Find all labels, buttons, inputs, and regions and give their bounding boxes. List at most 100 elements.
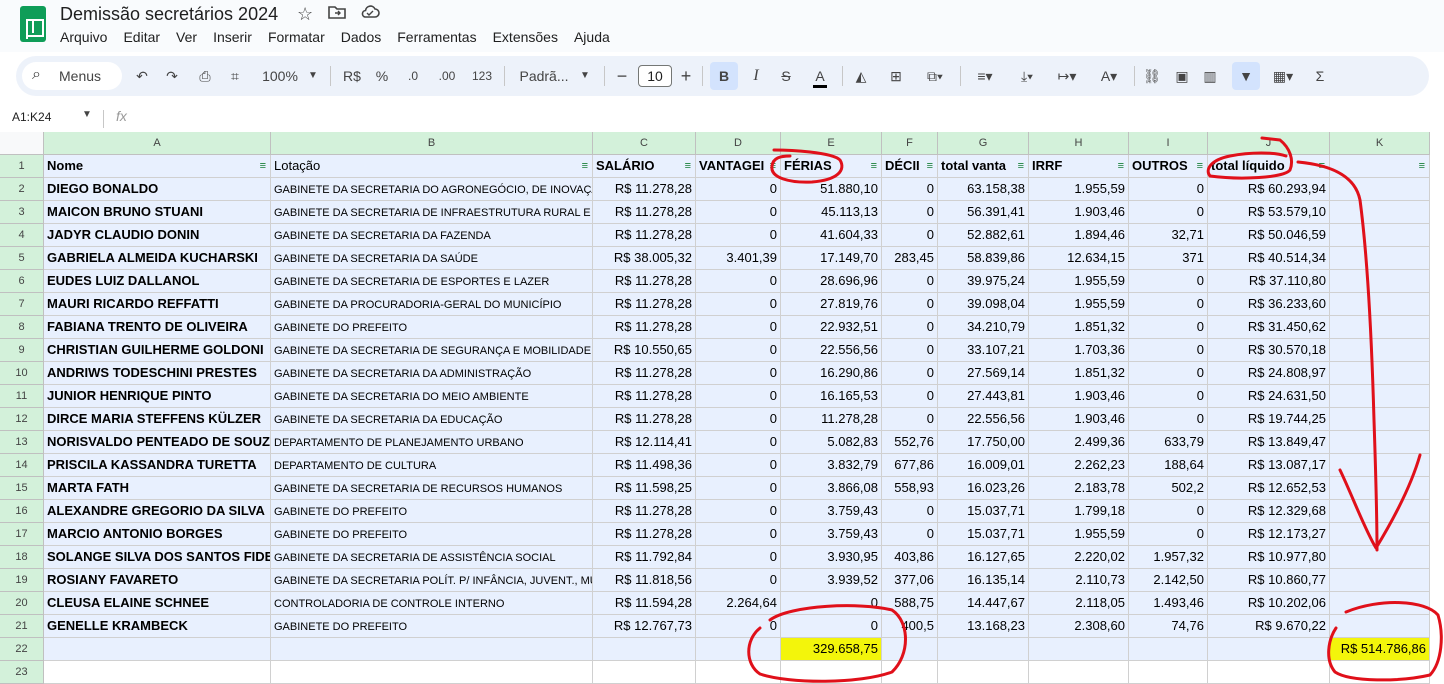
table-cell[interactable]: 1.903,46 [1029,408,1129,431]
borders-icon[interactable]: ⊞ [886,56,906,96]
text-color-button[interactable]: A [808,56,832,96]
table-cell[interactable]: 3.759,43 [781,500,882,523]
table-cell[interactable] [1330,546,1430,569]
row-header[interactable]: 10 [0,362,44,385]
column-filter-icon[interactable]: ≡ [1419,159,1425,173]
table-cell[interactable]: R$ 11.278,28 [593,523,696,546]
table-cell[interactable]: 283,45 [882,247,938,270]
row-header[interactable]: 13 [0,431,44,454]
table-cell[interactable]: R$ 12.173,27 [1208,523,1330,546]
table-cell[interactable]: GABINETE DA SECRETARIA DA ADMINISTRAÇÃO [271,362,593,385]
bold-button[interactable]: B [710,62,738,90]
table-cell[interactable]: 558,93 [882,477,938,500]
table-cell[interactable]: 0 [1129,500,1208,523]
table-cell[interactable]: 0 [882,500,938,523]
table-cell[interactable] [1330,454,1430,477]
table-cell[interactable]: 3.832,79 [781,454,882,477]
table-cell[interactable]: DIEGO BONALDO [44,178,271,201]
table-cell[interactable]: 33.107,21 [938,339,1029,362]
table-cell[interactable]: JUNIOR HENRIQUE PINTO [44,385,271,408]
column-header-b[interactable]: B [271,132,593,155]
table-cell[interactable]: R$ 11.498,36 [593,454,696,477]
column-filter-icon[interactable]: ≡ [685,159,691,173]
column-header-i[interactable]: I [1129,132,1208,155]
table-cell[interactable] [1330,293,1430,316]
row-header[interactable]: 11 [0,385,44,408]
menu-ferramentas[interactable]: Ferramentas [397,29,484,45]
table-cell[interactable] [1208,638,1330,661]
table-cell[interactable]: 27.569,14 [938,362,1029,385]
table-cell[interactable]: 2.183,78 [1029,477,1129,500]
table-cell[interactable]: R$ 12.767,73 [593,615,696,638]
table-cell[interactable]: R$ 11.278,28 [593,408,696,431]
text-wrap-icon[interactable]: ↦▾ [1050,56,1084,96]
table-cell[interactable] [1330,615,1430,638]
row-header[interactable]: 20 [0,592,44,615]
table-cell[interactable]: 0 [696,408,781,431]
move-folder-icon[interactable] [328,4,346,25]
table-cell[interactable]: 1.799,18 [1029,500,1129,523]
table-cell[interactable]: 39.098,04 [938,293,1029,316]
table-cell[interactable]: R$ 53.579,10 [1208,201,1330,224]
menu-inserir[interactable]: Inserir [213,29,260,45]
table-cell[interactable]: 403,86 [882,546,938,569]
table-cell[interactable] [1029,638,1129,661]
table-cell[interactable]: 1.955,59 [1029,270,1129,293]
table-cell[interactable]: 0 [696,477,781,500]
table-cell[interactable]: GABINETE DA SECRETARIA DO MEIO AMBIENTE [271,385,593,408]
table-cell[interactable]: 0 [696,339,781,362]
font-chevron-down-icon[interactable]: ▼ [578,56,592,96]
table-cell[interactable]: R$ 19.744,25 [1208,408,1330,431]
header-cell[interactable]: IRRF ≡ [1029,155,1129,178]
table-cell[interactable]: R$ 11.594,28 [593,592,696,615]
table-cell[interactable]: 0 [696,293,781,316]
table-cell[interactable]: 2.142,50 [1129,569,1208,592]
table-cell[interactable] [1330,385,1430,408]
table-cell[interactable]: R$ 12.652,53 [1208,477,1330,500]
table-cell[interactable]: R$ 10.860,77 [1208,569,1330,592]
table-cell[interactable]: 1.955,59 [1029,293,1129,316]
table-cell[interactable]: 1.955,59 [1029,178,1129,201]
table-cell[interactable] [781,661,882,684]
zoom-chevron-down-icon[interactable]: ▼ [306,56,320,96]
row-header[interactable]: 22 [0,638,44,661]
name-box[interactable]: A1:K24 [12,110,51,124]
table-cell[interactable]: R$ 40.514,34 [1208,247,1330,270]
table-cell[interactable]: 1.903,46 [1029,201,1129,224]
column-header-a[interactable]: A [44,132,271,155]
header-cell[interactable]: ≡ [1330,155,1430,178]
table-cell[interactable]: 22.556,56 [938,408,1029,431]
italic-button[interactable]: I [746,56,766,96]
table-cell[interactable]: 13.168,23 [938,615,1029,638]
table-cell[interactable]: 0 [696,431,781,454]
header-cell[interactable]: FÉRIAS ≡ [781,155,882,178]
column-filter-icon[interactable]: ≡ [582,159,588,173]
table-cell[interactable] [44,638,271,661]
filter-views-icon[interactable]: ▦▾ [1266,56,1300,96]
column-filter-icon[interactable]: ≡ [1118,159,1124,173]
row-header[interactable]: 21 [0,615,44,638]
table-cell[interactable]: 0 [882,408,938,431]
table-cell[interactable]: 0 [882,224,938,247]
table-cell[interactable]: GABINETE DA SECRETARIA POLÍT. P/ INFÂNCI… [271,569,593,592]
table-cell[interactable]: 51.880,10 [781,178,882,201]
table-cell[interactable] [1330,592,1430,615]
table-cell[interactable] [1330,362,1430,385]
table-cell[interactable]: R$ 38.005,32 [593,247,696,270]
font-size-increase-button[interactable]: + [678,56,694,96]
column-header-h[interactable]: H [1029,132,1129,155]
row-header[interactable]: 8 [0,316,44,339]
table-cell[interactable]: CHRISTIAN GUILHERME GOLDONI [44,339,271,362]
column-header-c[interactable]: C [593,132,696,155]
table-cell[interactable]: 0 [882,293,938,316]
table-cell[interactable]: R$ 11.278,28 [593,316,696,339]
table-cell[interactable]: 677,86 [882,454,938,477]
percent-format-button[interactable]: % [374,56,390,96]
table-cell[interactable]: 52.882,61 [938,224,1029,247]
table-cell[interactable]: 552,76 [882,431,938,454]
header-cell[interactable]: total vanta ≡ [938,155,1029,178]
table-cell[interactable] [1330,523,1430,546]
table-cell[interactable]: 32,71 [1129,224,1208,247]
row-header[interactable]: 17 [0,523,44,546]
table-cell[interactable]: 0 [1129,270,1208,293]
